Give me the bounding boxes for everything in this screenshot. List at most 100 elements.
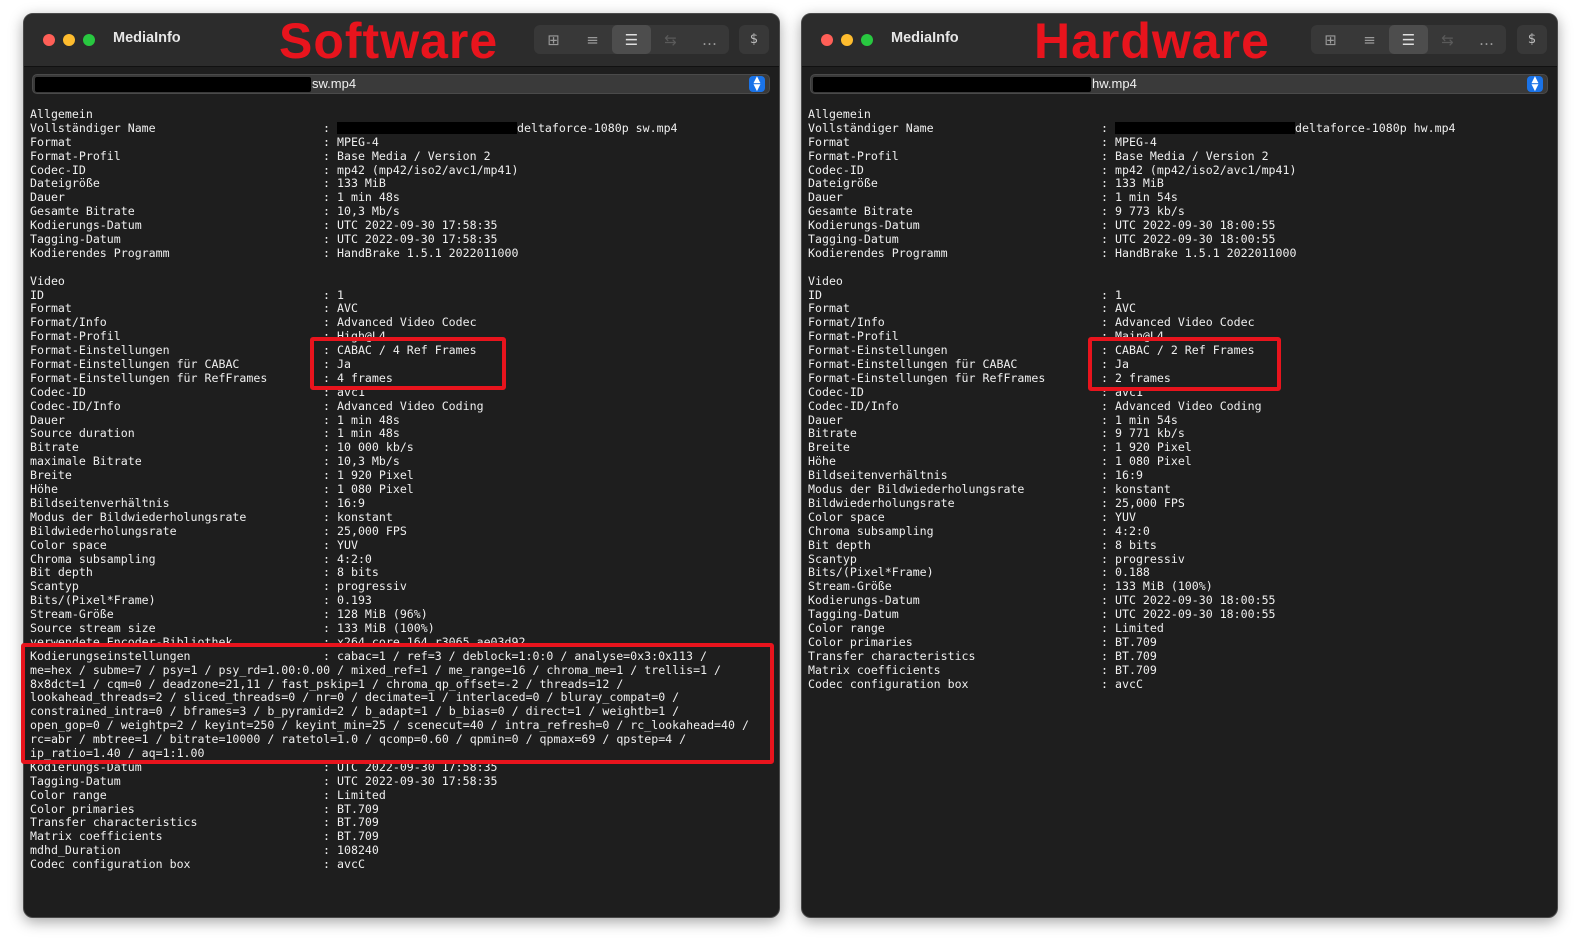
info-key: Vollständiger Name [30, 121, 156, 135]
info-colon: : [323, 773, 330, 788]
info-row: Bildseitenverhältnis:16:9 [30, 495, 773, 511]
info-row: Source duration:1 min 48s [30, 427, 773, 441]
info-colon: : [323, 232, 330, 247]
info-colon: : [1101, 454, 1108, 469]
info-key: Modus der Bildwiederholungsrate [808, 483, 1025, 497]
minimize-window-button[interactable] [63, 34, 75, 46]
info-value: 1 920 Pixel [1115, 440, 1192, 455]
info-colon: : [1101, 120, 1108, 135]
info-row: Gesamte Bitrate:9 773 kb/s [808, 204, 1551, 219]
info-colon: : [1101, 162, 1108, 177]
info-row: Dauer:1 min 54s [808, 190, 1551, 205]
info-value: 16:9 [337, 495, 365, 510]
info-row: Vollständiger Name: deltaforce-1080p hw.m… [808, 120, 1551, 136]
more-icon[interactable]: … [690, 25, 729, 54]
chevron-updown-icon[interactable]: ▲ ▼ [1527, 76, 1543, 93]
zoom-window-button[interactable] [861, 34, 873, 46]
compare-icon[interactable]: ⇆ [1428, 25, 1467, 54]
info-value: deltaforce-1080p sw.mp4 [337, 121, 678, 136]
info-row: Kodierungs-Datum: UTC 2022-09-30 18:00:55 [808, 593, 1551, 608]
info-row: Bits/(Pixel*Frame):0.188 [808, 565, 1551, 580]
info-row: Tagging-Datum: UTC 2022-09-30 17:58:35 [30, 232, 773, 247]
info-colon: : [323, 607, 330, 622]
info-key: ID [808, 288, 822, 302]
info-row: Bit depth:8 bits [30, 565, 773, 580]
section-title: Allgemein [30, 108, 773, 122]
info-row: Dauer:1 min 48s [30, 413, 773, 428]
info-value: mp42 (mp42/iso2/avc1/mp41) [337, 162, 519, 177]
info-row: Modus der Bildwiederholungsrate: konstant [30, 509, 773, 525]
more-icon[interactable]: … [1467, 25, 1506, 54]
info-key: Kodierendes Programm [30, 246, 170, 260]
info-key: Bits/(Pixel*Frame) [30, 594, 156, 608]
info-key: mdhd_Duration [30, 844, 121, 858]
info-row: Bildwiederholungsrate:25,000 FPS [808, 496, 1551, 511]
tree-view-icon[interactable]: ≡ [573, 25, 612, 54]
dollar-icon[interactable]: $ [1517, 25, 1547, 54]
close-window-button[interactable] [821, 34, 833, 46]
info-key: ID [30, 288, 44, 302]
highlight-box-format-settings-software [310, 337, 506, 390]
info-row: Kodierungs-Datum: UTC 2022-09-30 17:58:35 [30, 218, 773, 233]
info-value: konstant [337, 509, 393, 524]
info-value: HandBrake 1.5.1 2022011000 [1115, 245, 1297, 260]
tree-view-icon[interactable]: ≡ [1350, 25, 1389, 54]
info-value: konstant [1115, 482, 1171, 497]
info-row: Color space: YUV [808, 509, 1551, 525]
compare-icon[interactable]: ⇆ [651, 25, 690, 54]
info-row: Scantyp: progressiv [808, 551, 1551, 567]
info-value: progressiv [1115, 551, 1185, 566]
info-value: YUV [1115, 509, 1136, 524]
info-key: Bit depth [30, 566, 93, 580]
info-key: Bildwiederholungsrate [808, 496, 955, 510]
info-row: Codec-ID: mp42 (mp42/iso2/avc1/mp41) [30, 162, 773, 178]
info-row: ID:1 [808, 288, 1551, 303]
info-colon: : [1101, 426, 1108, 441]
info-key: Bitrate [808, 427, 857, 441]
info-key: Dauer [30, 413, 65, 427]
info-colon: : [1101, 134, 1108, 149]
minimize-window-button[interactable] [841, 34, 853, 46]
info-key: Modus der Bildwiederholungsrate [30, 510, 247, 524]
info-value: AVC [337, 301, 358, 316]
zoom-window-button[interactable] [83, 34, 95, 46]
file-select[interactable]: hw.mp4 ▲ ▼ [810, 74, 1548, 94]
info-key: Transfer characteristics [808, 649, 976, 663]
info-key: Matrix coefficients [808, 663, 941, 677]
info-colon: : [1101, 607, 1108, 622]
chevron-updown-icon[interactable]: ▲ ▼ [749, 76, 765, 93]
text-view-icon[interactable]: ☰ [612, 25, 651, 54]
info-key: Format-Einstellungen [30, 344, 170, 358]
info-colon: : [323, 120, 330, 135]
grid-view-icon[interactable]: ⊞ [534, 25, 573, 54]
info-colon: : [323, 815, 330, 830]
info-colon: : [323, 190, 330, 205]
info-key: Breite [30, 469, 72, 483]
info-value: 108240 [337, 843, 379, 858]
info-colon: : [323, 301, 330, 316]
info-value: UTC 2022-09-30 18:00:55 [1115, 607, 1276, 622]
info-row: Höhe:1 080 Pixel [808, 454, 1551, 469]
overlay-label-hardware: Hardware [1034, 13, 1270, 69]
info-colon: : [1101, 565, 1108, 580]
dollar-icon[interactable]: $ [739, 25, 769, 54]
info-colon: : [1101, 148, 1108, 163]
info-colon: : [323, 148, 330, 163]
info-colon: : [1101, 551, 1108, 566]
info-key: Dauer [808, 413, 843, 427]
info-row: Kodierendes Programm: HandBrake 1.5.1 202… [808, 245, 1551, 261]
section-title: Video [808, 275, 1551, 289]
text-view-icon[interactable]: ☰ [1389, 25, 1428, 54]
redaction-bar [337, 121, 517, 134]
info-key: Format-Profil [30, 330, 121, 344]
info-key: Format-Profil [30, 149, 121, 163]
file-select[interactable]: sw.mp4 ▲ ▼ [32, 74, 770, 94]
grid-view-icon[interactable]: ⊞ [1311, 25, 1350, 54]
info-key: Format/Info [30, 316, 107, 330]
info-colon: : [323, 843, 330, 858]
info-colon: : [1101, 412, 1108, 427]
info-colon: : [323, 857, 330, 872]
info-value: Advanced Video Coding [337, 398, 484, 413]
close-window-button[interactable] [43, 34, 55, 46]
info-key: Source duration [30, 427, 135, 441]
